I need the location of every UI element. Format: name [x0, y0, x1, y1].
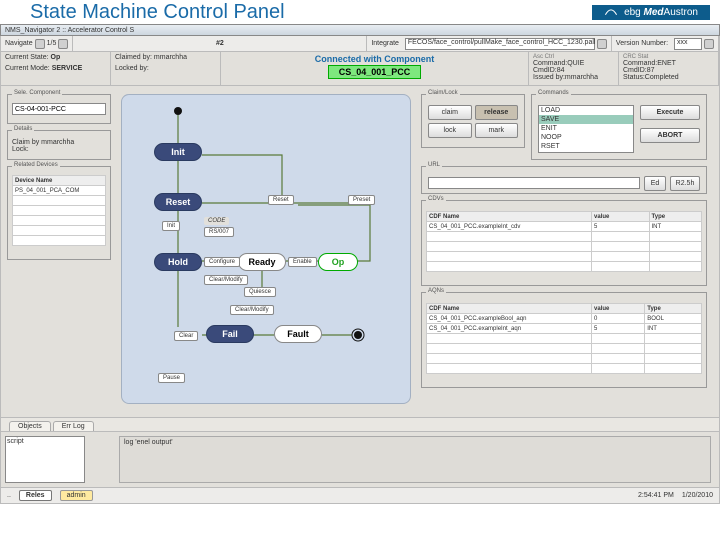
trans-rs007[interactable]: RS/007: [204, 227, 234, 237]
state-machine-diagram: Init Reset Hold Ready Op Fail Fault Rese…: [121, 94, 411, 404]
claimed-by: mmarchha: [154, 54, 187, 61]
state-ready[interactable]: Ready: [238, 253, 286, 271]
component-badge: CS_04_001_PCC: [328, 65, 422, 79]
page-title: State Machine Control Panel: [30, 1, 285, 24]
work-area: Sele. Component Details Claim by mmarchh…: [0, 86, 720, 418]
version-refresh-button[interactable]: [704, 39, 714, 49]
window-title: NMS_Navigator 2 :: Accelerator Control S: [0, 24, 720, 36]
cdvs-table[interactable]: CDF NamevalueType CS_04_001_PCC.exampleI…: [426, 211, 702, 272]
crc-stat-box: CRC Stat Command:ENETCmdID:87Status:Comp…: [619, 52, 719, 85]
state-fail[interactable]: Fail: [206, 325, 254, 343]
status-row: Current State: Op Current Mode: SERVICE …: [0, 52, 720, 86]
trans-preset[interactable]: Preset: [348, 195, 375, 205]
state-init[interactable]: Init: [154, 143, 202, 161]
release-button[interactable]: release: [475, 105, 519, 120]
title-bar: State Machine Control Panel ebg MedAustr…: [0, 0, 720, 24]
cdvs-group: CDVs CDF NamevalueType CS_04_001_PCC.exa…: [421, 200, 707, 286]
main-toolbar: Navigate 1/5 #2 Integrate FECOS/face_con…: [0, 36, 720, 52]
trans-enable[interactable]: Enable: [288, 257, 317, 267]
mark-button[interactable]: mark: [475, 123, 519, 138]
current-state: Op: [51, 54, 61, 61]
reles-button[interactable]: Reles: [19, 490, 52, 501]
connected-label: Connected with Component: [225, 54, 524, 64]
status-bar: .. Reles admin 2:54:41 PM 1/20/2010: [0, 488, 720, 504]
integrate-path[interactable]: FECOS/face_control/pullMake_face_control…: [405, 38, 595, 50]
current-mode: SERVICE: [52, 65, 83, 72]
abort-button[interactable]: ABORT: [640, 128, 700, 143]
brand-arc-icon: [604, 7, 618, 17]
commands-group: Commands LOAD SAVE ENIT NOOP RSET Execut…: [531, 94, 707, 160]
trans-clear-modify[interactable]: Clear/Modify: [204, 275, 248, 285]
log-area: script log 'enel output': [0, 432, 720, 488]
version-section: Version Number: xxx: [612, 36, 719, 51]
details-group: Details Claim by mmarchha Lock:: [7, 130, 111, 160]
clock: 2:54:41 PM: [638, 492, 674, 499]
hash-label: #2: [73, 36, 367, 51]
log-output: log 'enel output': [119, 436, 711, 483]
tab-errlog[interactable]: Err Log: [53, 421, 94, 431]
state-reset[interactable]: Reset: [154, 193, 202, 211]
component-select[interactable]: [12, 103, 106, 115]
version-input[interactable]: xxx: [674, 38, 702, 50]
trans-clear[interactable]: Clear: [174, 331, 198, 341]
trans-reset[interactable]: Reset: [268, 195, 294, 205]
url-r2-button[interactable]: R2.5h: [670, 176, 700, 191]
url-group: URL Ed R2.5h: [421, 166, 707, 194]
tab-objects[interactable]: Objects: [9, 421, 51, 431]
state-op[interactable]: Op: [318, 253, 358, 271]
url-input[interactable]: [428, 177, 640, 189]
trans-code-label: CODE: [204, 217, 229, 225]
trans-configure[interactable]: Configure: [204, 257, 240, 267]
claim-lock-group: Claim/Lock claim release lock mark: [421, 94, 525, 148]
state-hold[interactable]: Hold: [154, 253, 202, 271]
related-devices-group: Related Devices Device Name PS_04_001_PC…: [7, 166, 111, 260]
integrate-section: Integrate FECOS/face_control/pullMake_fa…: [367, 36, 612, 51]
state-fault[interactable]: Fault: [274, 325, 322, 343]
role-button[interactable]: admin: [60, 490, 93, 501]
execute-button[interactable]: Execute: [640, 105, 700, 120]
lock-button[interactable]: lock: [428, 123, 472, 138]
aqns-table[interactable]: CDF NamevalueType CS_04_001_PCC.exampleB…: [426, 303, 702, 374]
aqns-group: AQNs CDF NamevalueType CS_04_001_PCC.exa…: [421, 292, 707, 388]
bottom-tabs: Objects Err Log: [0, 418, 720, 432]
trans-quiesce[interactable]: Quiesce: [244, 287, 276, 297]
commands-listbox[interactable]: LOAD SAVE ENIT NOOP RSET: [538, 105, 634, 153]
trans-pause[interactable]: Pause: [158, 373, 185, 383]
brand-badge: ebg MedAustron: [592, 5, 710, 20]
trans-clear-modify-2[interactable]: Clear/Modify: [230, 305, 274, 315]
log-script-box[interactable]: script: [5, 436, 85, 483]
claim-button[interactable]: claim: [428, 105, 472, 120]
date: 1/20/2010: [682, 492, 713, 499]
trans-init[interactable]: Init: [162, 221, 180, 231]
related-devices-table[interactable]: Device Name PS_04_001_PCA_COM: [12, 175, 106, 246]
url-ed-button[interactable]: Ed: [644, 176, 666, 191]
nav-prev-button[interactable]: [35, 39, 45, 49]
nav-next-button[interactable]: [58, 39, 68, 49]
integrate-browse-button[interactable]: [597, 39, 607, 49]
nav-section: Navigate 1/5: [1, 36, 73, 51]
select-component-group: Sele. Component: [7, 94, 111, 124]
asc-ctrl-box: Asc Ctrl Command:QUIECmdID:84Issued by:m…: [529, 52, 619, 85]
